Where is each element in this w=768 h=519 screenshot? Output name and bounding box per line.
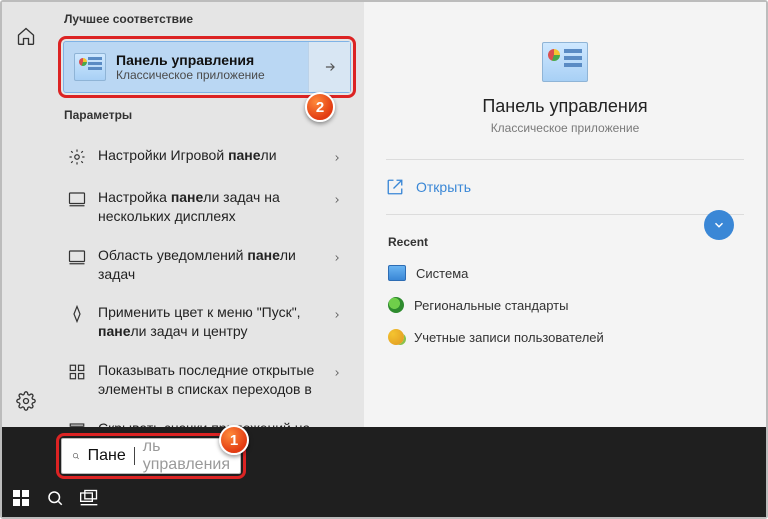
recent-item-icon: [388, 265, 406, 281]
search-typed: Пане: [88, 447, 126, 465]
chevron-right-icon: [332, 364, 346, 383]
callout-frame-1: Пане ль управления: [56, 433, 246, 479]
param-label: Применить цвет к меню "Пуск", панели зад…: [98, 303, 320, 341]
task-view-icon[interactable]: [78, 487, 100, 509]
taskbar-area: Пане ль управления: [2, 427, 766, 517]
brush-icon: [68, 305, 86, 323]
best-match-subtitle: Классическое приложение: [116, 68, 265, 82]
recent-item-icon: [388, 297, 404, 313]
param-item[interactable]: Применить цвет к меню "Пуск", панели зад…: [58, 293, 356, 351]
section-recent: Recent: [386, 227, 744, 257]
best-match-title: Панель управления: [116, 52, 265, 68]
param-item[interactable]: Настройка панели задач на нескольких дис…: [58, 178, 356, 236]
callout-frame-2: Панель управления Классическое приложени…: [58, 36, 356, 98]
detail-title: Панель управления: [482, 96, 647, 117]
param-label: Область уведомлений панели задач: [98, 246, 320, 284]
chevron-right-icon: [332, 306, 346, 325]
recent-item-label: Учетные записи пользователей: [414, 330, 604, 345]
detail-column: Панель управления Классическое приложени…: [364, 2, 766, 427]
search-completion: ль управления: [143, 438, 230, 474]
gear-icon: [68, 148, 86, 166]
display-icon: [68, 248, 86, 266]
best-match-result[interactable]: Панель управления Классическое приложени…: [63, 41, 351, 93]
chevron-right-icon: [332, 191, 346, 210]
control-panel-icon: [542, 42, 588, 82]
param-item[interactable]: Настройки Игровой панели: [58, 136, 356, 178]
recent-item[interactable]: Учетные записи пользователей: [386, 321, 744, 353]
chevron-right-icon[interactable]: [308, 42, 350, 92]
section-best-match: Лучшее соответствие: [50, 2, 364, 36]
chevron-right-icon: [332, 249, 346, 268]
control-panel-icon: [74, 53, 106, 81]
callout-1: 1: [219, 425, 249, 455]
open-action[interactable]: Открыть: [386, 160, 744, 215]
start-button[interactable]: [10, 487, 32, 509]
param-label: Показывать последние открытые элементы в…: [98, 361, 320, 399]
recent-item-icon: [388, 329, 404, 345]
callout-2: 2: [305, 92, 335, 122]
param-label: Настройка панели задач на нескольких дис…: [98, 188, 320, 226]
recent-item-label: Региональные стандарты: [414, 298, 568, 313]
results-column: Лучшее соответствие Панель управления Кл…: [50, 2, 364, 427]
expand-button[interactable]: [704, 210, 734, 240]
param-item[interactable]: Показывать последние открытые элементы в…: [58, 351, 356, 409]
recent-item-label: Система: [416, 266, 468, 281]
gear-icon[interactable]: [6, 381, 46, 421]
param-label: Настройки Игровой панели: [98, 146, 320, 165]
open-icon: [386, 178, 404, 196]
recent-item[interactable]: Система: [386, 257, 744, 289]
param-label: Скрывать значки приложений на панели зад…: [98, 419, 320, 427]
chevron-right-icon: [332, 149, 346, 168]
param-item[interactable]: Область уведомлений панели задач: [58, 236, 356, 294]
left-rail: [2, 2, 50, 427]
search-icon: [72, 448, 80, 464]
recent-item[interactable]: Региональные стандарты: [386, 289, 744, 321]
param-item[interactable]: Скрывать значки приложений на панели зад…: [58, 409, 356, 427]
display-icon: [68, 190, 86, 208]
list-icon: [68, 363, 86, 381]
open-label: Открыть: [416, 179, 471, 195]
search-input[interactable]: Пане ль управления: [61, 438, 241, 474]
detail-subtitle: Классическое приложение: [491, 121, 640, 135]
home-icon[interactable]: [6, 16, 46, 56]
taskbar-search-icon[interactable]: [44, 487, 66, 509]
